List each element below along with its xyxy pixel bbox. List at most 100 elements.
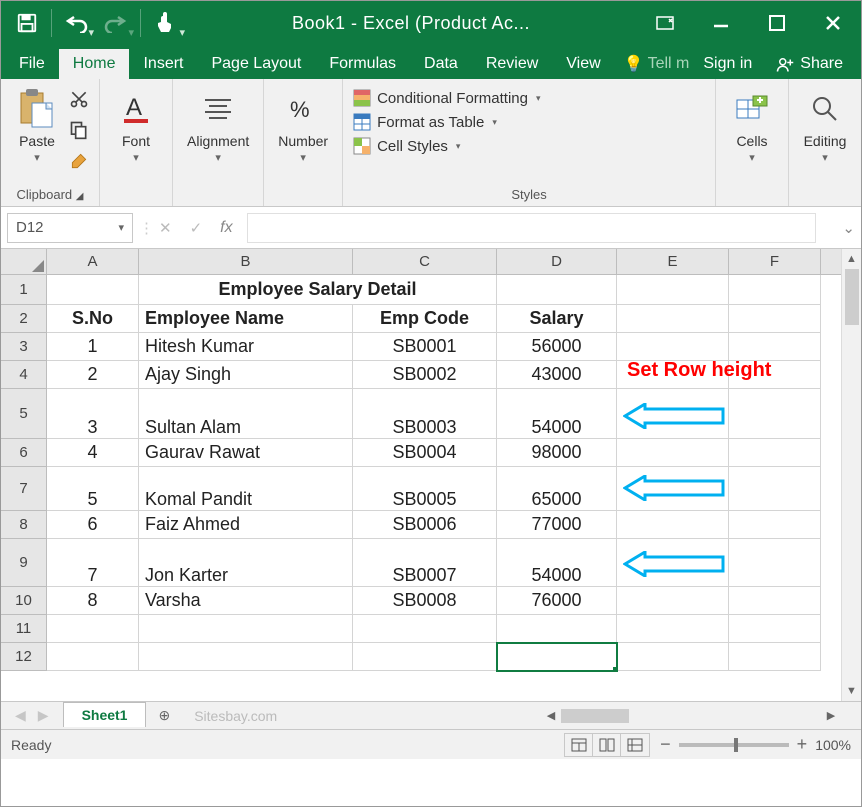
scroll-right-icon[interactable]: ▶ (821, 709, 841, 722)
cell[interactable] (729, 275, 821, 305)
cell[interactable] (617, 643, 729, 671)
cell[interactable] (47, 275, 139, 305)
tab-home[interactable]: Home (59, 49, 130, 79)
cell[interactable] (139, 643, 353, 671)
vertical-scrollbar[interactable]: ▲ ▼ (841, 249, 861, 701)
row-header[interactable]: 2 (1, 305, 46, 333)
sheet-tab[interactable]: Sheet1 (63, 702, 147, 727)
cell[interactable]: SB0007 (353, 539, 497, 587)
normal-view-icon[interactable] (565, 734, 593, 756)
tab-file[interactable]: File (5, 49, 59, 79)
scroll-thumb[interactable] (561, 709, 629, 723)
cell[interactable]: Ajay Singh (139, 361, 353, 389)
cell[interactable]: 76000 (497, 587, 617, 615)
sheet-nav-prev-icon[interactable]: ◀ (15, 707, 26, 724)
cell[interactable] (729, 511, 821, 539)
cell[interactable] (729, 305, 821, 333)
cell[interactable] (353, 643, 497, 671)
cell[interactable]: 56000 (497, 333, 617, 361)
cell[interactable] (729, 389, 821, 439)
cell[interactable]: SB0008 (353, 587, 497, 615)
cell[interactable] (617, 439, 729, 467)
page-break-view-icon[interactable] (621, 734, 649, 756)
maximize-icon[interactable] (749, 1, 805, 45)
fx-icon[interactable]: fx (220, 219, 232, 237)
cell[interactable]: Hitesh Kumar (139, 333, 353, 361)
share-button[interactable]: Share (766, 49, 853, 79)
expand-formula-bar-icon[interactable]: ⌄ (836, 219, 861, 237)
cell[interactable]: Faiz Ahmed (139, 511, 353, 539)
col-header[interactable]: A (47, 249, 139, 274)
cell[interactable] (617, 539, 729, 587)
col-header[interactable]: F (729, 249, 821, 274)
scroll-down-icon[interactable]: ▼ (842, 681, 861, 701)
page-layout-view-icon[interactable] (593, 734, 621, 756)
cell[interactable]: SB0001 (353, 333, 497, 361)
alignment-button[interactable]: Alignment▾ (183, 85, 253, 166)
row-header[interactable]: 11 (1, 615, 46, 643)
scroll-thumb[interactable] (845, 269, 859, 325)
zoom-slider[interactable] (679, 743, 789, 747)
font-button[interactable]: A Font▾ (110, 85, 162, 166)
undo-icon[interactable]: ▾ (56, 1, 96, 45)
cell[interactable]: SB0006 (353, 511, 497, 539)
cell[interactable] (729, 361, 821, 389)
add-sheet-icon[interactable]: ⊕ (146, 707, 182, 724)
cell[interactable]: 77000 (497, 511, 617, 539)
cell-styles-button[interactable]: Cell Styles▾ (353, 137, 705, 155)
zoom-in-icon[interactable]: + (797, 734, 808, 755)
row-header[interactable]: 6 (1, 439, 46, 467)
cell[interactable] (729, 587, 821, 615)
cells-button[interactable]: Cells▾ (726, 85, 778, 166)
tab-review[interactable]: Review (472, 49, 552, 79)
row-header[interactable]: 8 (1, 511, 46, 539)
scroll-up-icon[interactable]: ▲ (842, 249, 861, 269)
cell[interactable]: Gaurav Rawat (139, 439, 353, 467)
cell[interactable]: SB0005 (353, 467, 497, 511)
cell[interactable] (47, 615, 139, 643)
cell[interactable]: 4 (47, 439, 139, 467)
cell[interactable]: 54000 (497, 389, 617, 439)
cell[interactable]: SB0002 (353, 361, 497, 389)
cell[interactable]: SB0003 (353, 389, 497, 439)
cell[interactable] (729, 539, 821, 587)
zoom-out-icon[interactable]: − (660, 734, 671, 755)
row-header[interactable]: 4 (1, 361, 46, 389)
cell[interactable]: 54000 (497, 539, 617, 587)
tab-page-layout[interactable]: Page Layout (197, 49, 315, 79)
copy-icon[interactable] (69, 120, 89, 145)
cell[interactable] (729, 439, 821, 467)
cell[interactable]: 2 (47, 361, 139, 389)
cell[interactable] (353, 615, 497, 643)
cell[interactable]: 65000 (497, 467, 617, 511)
cell[interactable]: Salary (497, 305, 617, 333)
cell[interactable] (497, 615, 617, 643)
cell[interactable]: Jon Karter (139, 539, 353, 587)
cell[interactable] (617, 275, 729, 305)
touch-mode-icon[interactable]: ▾ (145, 1, 185, 45)
close-icon[interactable] (805, 1, 861, 45)
cell[interactable] (729, 643, 821, 671)
sheet-nav-next-icon[interactable]: ▶ (38, 707, 49, 724)
paste-button[interactable]: Paste▾ (11, 85, 63, 166)
name-box[interactable]: D12▾ (7, 213, 133, 243)
formula-input[interactable] (247, 213, 817, 243)
number-button[interactable]: % Number▾ (274, 85, 332, 166)
editing-button[interactable]: Editing▾ (799, 85, 851, 166)
tab-view[interactable]: View (552, 49, 614, 79)
minimize-icon[interactable] (693, 1, 749, 45)
cell[interactable] (497, 643, 617, 671)
row-header[interactable]: 1 (1, 275, 46, 305)
cell[interactable] (617, 467, 729, 511)
scroll-left-icon[interactable]: ◀ (541, 709, 561, 722)
cell[interactable]: 3 (47, 389, 139, 439)
format-as-table-button[interactable]: Format as Table▾ (353, 113, 705, 131)
col-header[interactable]: D (497, 249, 617, 274)
cell[interactable]: 8 (47, 587, 139, 615)
cell[interactable] (47, 643, 139, 671)
row-header[interactable]: 3 (1, 333, 46, 361)
tell-me[interactable]: 💡Tell m (624, 54, 690, 74)
cell[interactable]: S.No (47, 305, 139, 333)
cell[interactable] (617, 511, 729, 539)
select-all-corner[interactable] (1, 249, 47, 274)
